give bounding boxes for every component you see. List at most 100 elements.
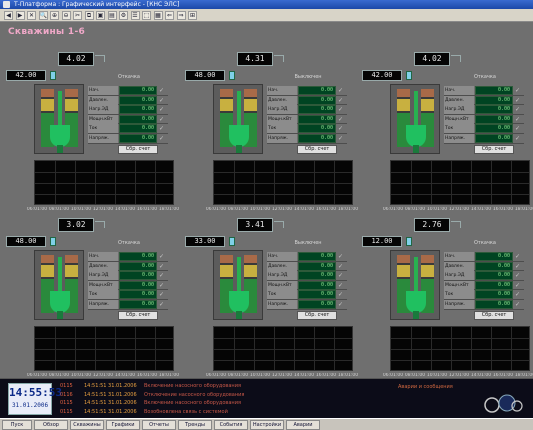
- check-icon[interactable]: ✓: [515, 87, 523, 94]
- check-icon[interactable]: ✓: [159, 97, 167, 104]
- check-icon[interactable]: ✓: [338, 282, 346, 289]
- setpoint-knob[interactable]: [406, 237, 412, 246]
- toolbar-button-icon[interactable]: ☰: [130, 11, 140, 20]
- check-icon[interactable]: ✓: [159, 282, 167, 289]
- pump-graphic[interactable]: [34, 250, 84, 320]
- pump-bulb: [229, 291, 249, 313]
- reset-counter-button[interactable]: Сбр. счет: [118, 311, 158, 320]
- reset-counter-button[interactable]: Сбр. счет: [297, 145, 337, 154]
- param-label: Нагр.ЭД: [88, 271, 118, 281]
- check-icon[interactable]: ✓: [515, 125, 523, 132]
- param-row: Нач. 0.00 ✓: [88, 86, 168, 96]
- alarm-bell-icon[interactable]: [484, 383, 524, 415]
- taskbar-button[interactable]: Пуск: [2, 420, 32, 430]
- setpoint-knob[interactable]: [229, 237, 235, 246]
- check-icon[interactable]: ✓: [338, 263, 346, 270]
- pump-graphic[interactable]: [390, 84, 440, 154]
- toolbar-button-icon[interactable]: ▶: [15, 11, 25, 20]
- check-icon[interactable]: ✓: [338, 87, 346, 94]
- event-row[interactable]: 0115 14:51:51 31.01.2006 Включение насосно…: [60, 382, 380, 390]
- toolbar-button-icon[interactable]: ⬚: [142, 11, 151, 20]
- toolbar-button-icon[interactable]: ▣: [96, 11, 105, 20]
- param-value: 0.00: [119, 95, 157, 105]
- pump-graphic[interactable]: [213, 250, 263, 320]
- taskbar-button[interactable]: Отчеты: [142, 420, 176, 430]
- check-icon[interactable]: ✓: [515, 116, 523, 123]
- param-label: Давлен.: [88, 261, 118, 271]
- reset-counter-button[interactable]: Сбр. счет: [297, 311, 337, 320]
- reset-counter-button[interactable]: Сбр. счет: [474, 145, 514, 154]
- taskbar-button[interactable]: Настройки: [250, 420, 284, 430]
- taskbar-button[interactable]: Обзор: [34, 420, 68, 430]
- check-icon[interactable]: ✓: [515, 253, 523, 260]
- check-icon[interactable]: ✓: [338, 301, 346, 308]
- pump-graphic[interactable]: [213, 84, 263, 154]
- check-icon[interactable]: ✓: [159, 301, 167, 308]
- check-icon[interactable]: ✓: [515, 97, 523, 104]
- reset-counter-button[interactable]: Сбр. счет: [474, 311, 514, 320]
- check-icon[interactable]: ✓: [338, 97, 346, 104]
- event-row[interactable]: 0116 14:51:51 31.01.2006 Отключение насосн…: [60, 391, 380, 399]
- check-icon[interactable]: ✓: [515, 263, 523, 270]
- pump-graphic[interactable]: [34, 84, 84, 154]
- param-label: Мощн.кВт: [88, 280, 118, 290]
- check-icon[interactable]: ✓: [338, 272, 346, 279]
- check-icon[interactable]: ✓: [159, 125, 167, 132]
- toolbar-button-icon[interactable]: ⊞: [188, 11, 197, 20]
- toolbar-button-icon[interactable]: ⧉: [84, 11, 94, 20]
- event-row[interactable]: 0115 14:51:51 31.01.2006 Включение насосно…: [60, 399, 380, 407]
- param-label: Давлен.: [267, 95, 297, 105]
- taskbar-button[interactable]: Скважины: [70, 420, 104, 430]
- check-icon[interactable]: ✓: [159, 253, 167, 260]
- event-row[interactable]: 0115 14:51:51 31.01.2006 Возобновлена связ…: [60, 408, 380, 416]
- check-icon[interactable]: ✓: [515, 282, 523, 289]
- param-value: 0.00: [298, 86, 336, 95]
- reset-counter-button[interactable]: Сбр. счет: [118, 145, 158, 154]
- trend-tick-label: 08:01:00: [227, 207, 249, 212]
- check-icon[interactable]: ✓: [159, 263, 167, 270]
- setpoint-knob[interactable]: [50, 237, 56, 246]
- pump-graphic[interactable]: [390, 250, 440, 320]
- setpoint-knob[interactable]: [406, 71, 412, 80]
- toolbar-button-icon[interactable]: ⊕: [50, 11, 59, 20]
- check-icon[interactable]: ✓: [338, 291, 346, 298]
- toolbar-button-icon[interactable]: ▦: [153, 11, 163, 20]
- check-icon[interactable]: ✓: [338, 125, 346, 132]
- check-icon[interactable]: ✓: [159, 272, 167, 279]
- check-icon[interactable]: ✓: [515, 291, 523, 298]
- check-icon[interactable]: ✓: [159, 291, 167, 298]
- check-icon[interactable]: ✓: [515, 301, 523, 308]
- toolbar-button-icon[interactable]: ⇐: [165, 11, 174, 20]
- clock-panel: 14:55:53 31.01.2006: [8, 383, 62, 415]
- check-icon[interactable]: ✓: [159, 87, 167, 94]
- toolbar-button-icon[interactable]: ⚙: [119, 11, 128, 20]
- toolbar-button-icon[interactable]: ⊖: [61, 11, 71, 20]
- pump-panel: 2.76 12.00 Откачка Нач. 0.00 ✓ Давлен. 0.0…: [362, 218, 533, 386]
- setpoint-knob[interactable]: [229, 71, 235, 80]
- window-titlebar: Т-Платформа : Графический интерфейс - [К…: [0, 0, 533, 9]
- toolbar-button-icon[interactable]: ✂: [73, 11, 82, 20]
- check-icon[interactable]: ✓: [338, 116, 346, 123]
- taskbar-button[interactable]: События: [214, 420, 248, 430]
- taskbar-button[interactable]: Графики: [106, 420, 140, 430]
- taskbar-button[interactable]: Аварии: [286, 420, 320, 430]
- check-icon[interactable]: ✓: [515, 272, 523, 279]
- toolbar-button-icon[interactable]: 🔍: [38, 11, 48, 20]
- setpoint-knob[interactable]: [50, 71, 56, 80]
- param-value: 0.00: [119, 124, 157, 134]
- check-icon[interactable]: ✓: [338, 135, 346, 142]
- param-value: 0.00: [475, 105, 513, 115]
- toolbar-button-icon[interactable]: ▤: [107, 11, 117, 20]
- toolbar-button-icon[interactable]: ✕: [27, 11, 36, 20]
- toolbar-button-icon[interactable]: ◀: [4, 11, 13, 20]
- check-icon[interactable]: ✓: [515, 106, 523, 113]
- param-label: Нагр.ЭД: [267, 271, 297, 281]
- check-icon[interactable]: ✓: [515, 135, 523, 142]
- check-icon[interactable]: ✓: [159, 116, 167, 123]
- taskbar-button[interactable]: Тренды: [178, 420, 212, 430]
- check-icon[interactable]: ✓: [338, 106, 346, 113]
- toolbar-button-icon[interactable]: ⇒: [176, 11, 186, 20]
- check-icon[interactable]: ✓: [159, 106, 167, 113]
- check-icon[interactable]: ✓: [159, 135, 167, 142]
- check-icon[interactable]: ✓: [338, 253, 346, 260]
